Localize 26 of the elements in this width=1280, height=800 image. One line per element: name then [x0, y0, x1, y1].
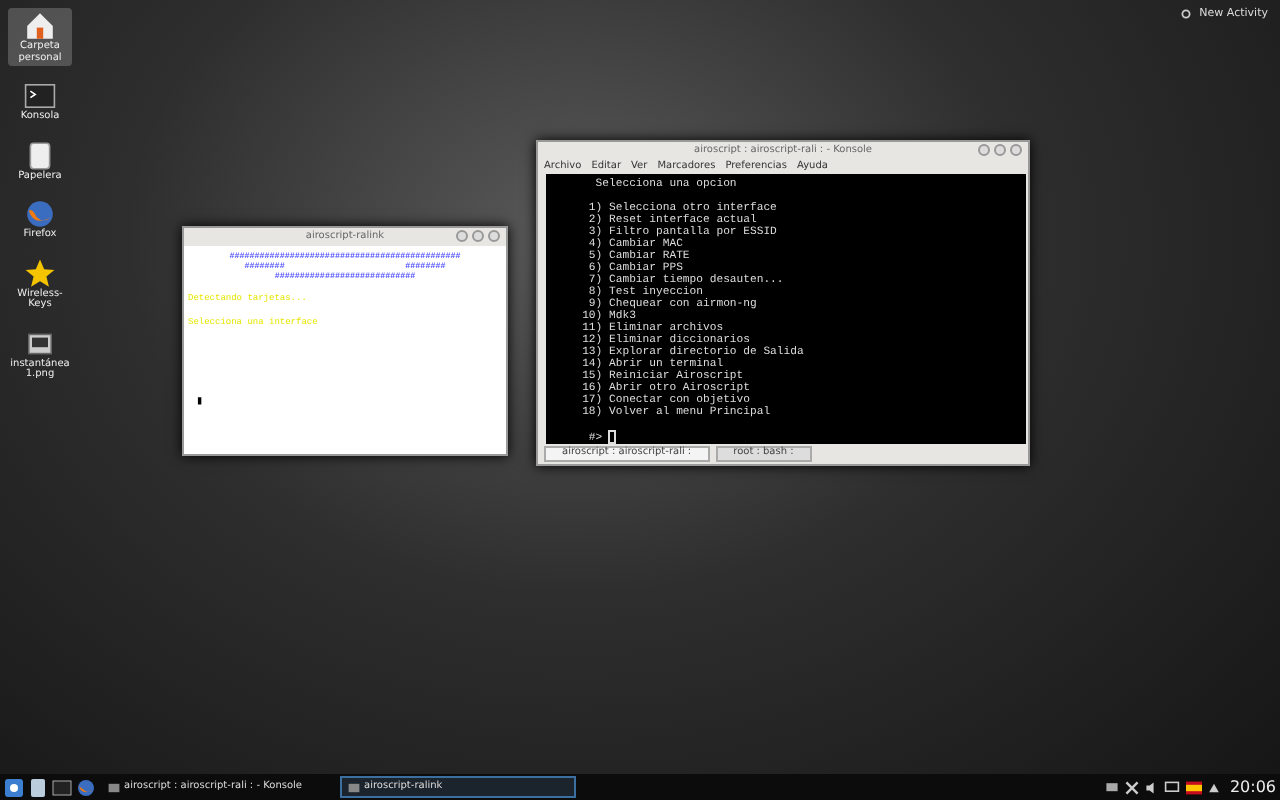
network-icon — [1103, 779, 1120, 795]
tools-icon — [1123, 779, 1140, 795]
maximize-button[interactable] — [994, 144, 1006, 156]
arrow-up-icon — [1207, 781, 1220, 793]
trash-bin-icon — [24, 139, 56, 171]
window-icon — [348, 781, 360, 793]
terminal-icon — [52, 777, 72, 797]
minimize-button[interactable] — [978, 144, 990, 156]
launcher-icon — [4, 777, 24, 797]
star-icon — [24, 257, 56, 289]
globe-fox-icon — [76, 777, 96, 797]
window-icon — [108, 781, 120, 793]
file-manager-icon — [28, 777, 48, 797]
activity-icon — [1179, 8, 1192, 21]
flag-icon — [1183, 779, 1204, 795]
house-icon — [24, 10, 56, 42]
text-cursor — [608, 430, 617, 444]
close-button[interactable] — [1010, 144, 1022, 156]
monitor-icon — [1163, 779, 1180, 795]
clock: 20:06 — [1229, 775, 1276, 799]
minimize-button[interactable] — [456, 230, 468, 242]
speaker-icon — [1143, 779, 1160, 795]
maximize-button[interactable] — [472, 230, 484, 242]
close-button[interactable] — [488, 230, 500, 242]
terminal-icon — [24, 80, 56, 112]
globe-fox-icon — [24, 198, 56, 230]
